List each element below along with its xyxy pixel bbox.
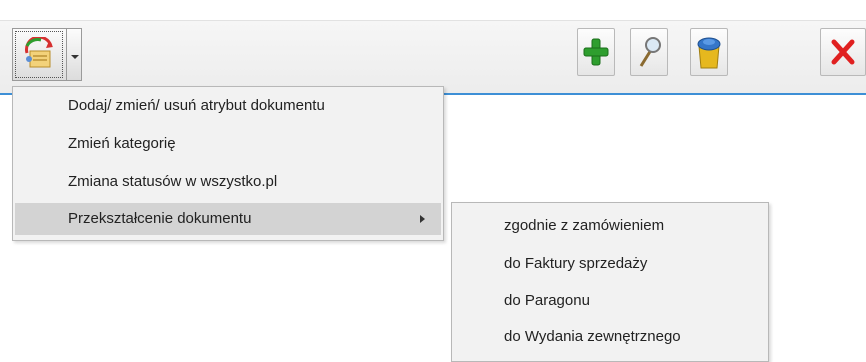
close-button[interactable] <box>820 28 866 76</box>
add-button[interactable] <box>577 28 615 76</box>
submenu-item-label: zgodnie z zamówieniem <box>504 217 665 234</box>
search-button[interactable] <box>630 28 668 76</box>
delete-button[interactable] <box>690 28 728 76</box>
chevron-down-icon <box>71 55 79 59</box>
submenu-item-sales-invoice[interactable]: do Faktury sprzedaży <box>454 248 766 280</box>
menu-item-convert-document[interactable]: Przekształcenie dokumentu <box>15 203 441 235</box>
menu-item-label: Przekształcenie dokumentu <box>68 210 252 227</box>
menu-item-status-change[interactable]: Zmiana statusów w wszystko.pl <box>15 166 441 198</box>
menu-item-label: Zmień kategorię <box>68 135 176 152</box>
submenu-item-label: do Faktury sprzedaży <box>504 255 648 272</box>
menu-item-label: Zmiana statusów w wszystko.pl <box>68 173 278 190</box>
submenu-item-per-order[interactable]: zgodnie z zamówieniem <box>454 210 766 242</box>
submenu-item-external-issue[interactable]: do Wydania zewnętrznego <box>454 321 766 353</box>
submenu-item-label: do Paragonu <box>504 292 590 309</box>
convert-submenu: zgodnie z zamówieniem do Faktury sprzeda… <box>451 202 769 362</box>
operations-menu: Dodaj/ zmień/ usuń atrybut dokumentu Zmi… <box>12 86 444 241</box>
operations-menu-dropdown[interactable] <box>66 28 82 81</box>
menu-item-label: Dodaj/ zmień/ usuń atrybut dokumentu <box>68 97 325 114</box>
submenu-item-label: do Wydania zewnętrznego <box>504 328 681 345</box>
submenu-item-receipt[interactable]: do Paragonu <box>454 285 766 317</box>
operations-menu-button[interactable] <box>12 28 66 81</box>
chevron-right-icon <box>420 215 425 223</box>
document-operations-icon <box>21 35 57 78</box>
menu-item-edit-attribute[interactable]: Dodaj/ zmień/ usuń atrybut dokumentu <box>15 90 441 122</box>
menu-item-change-category[interactable]: Zmień kategorię <box>15 128 441 160</box>
toolbar <box>0 20 866 95</box>
